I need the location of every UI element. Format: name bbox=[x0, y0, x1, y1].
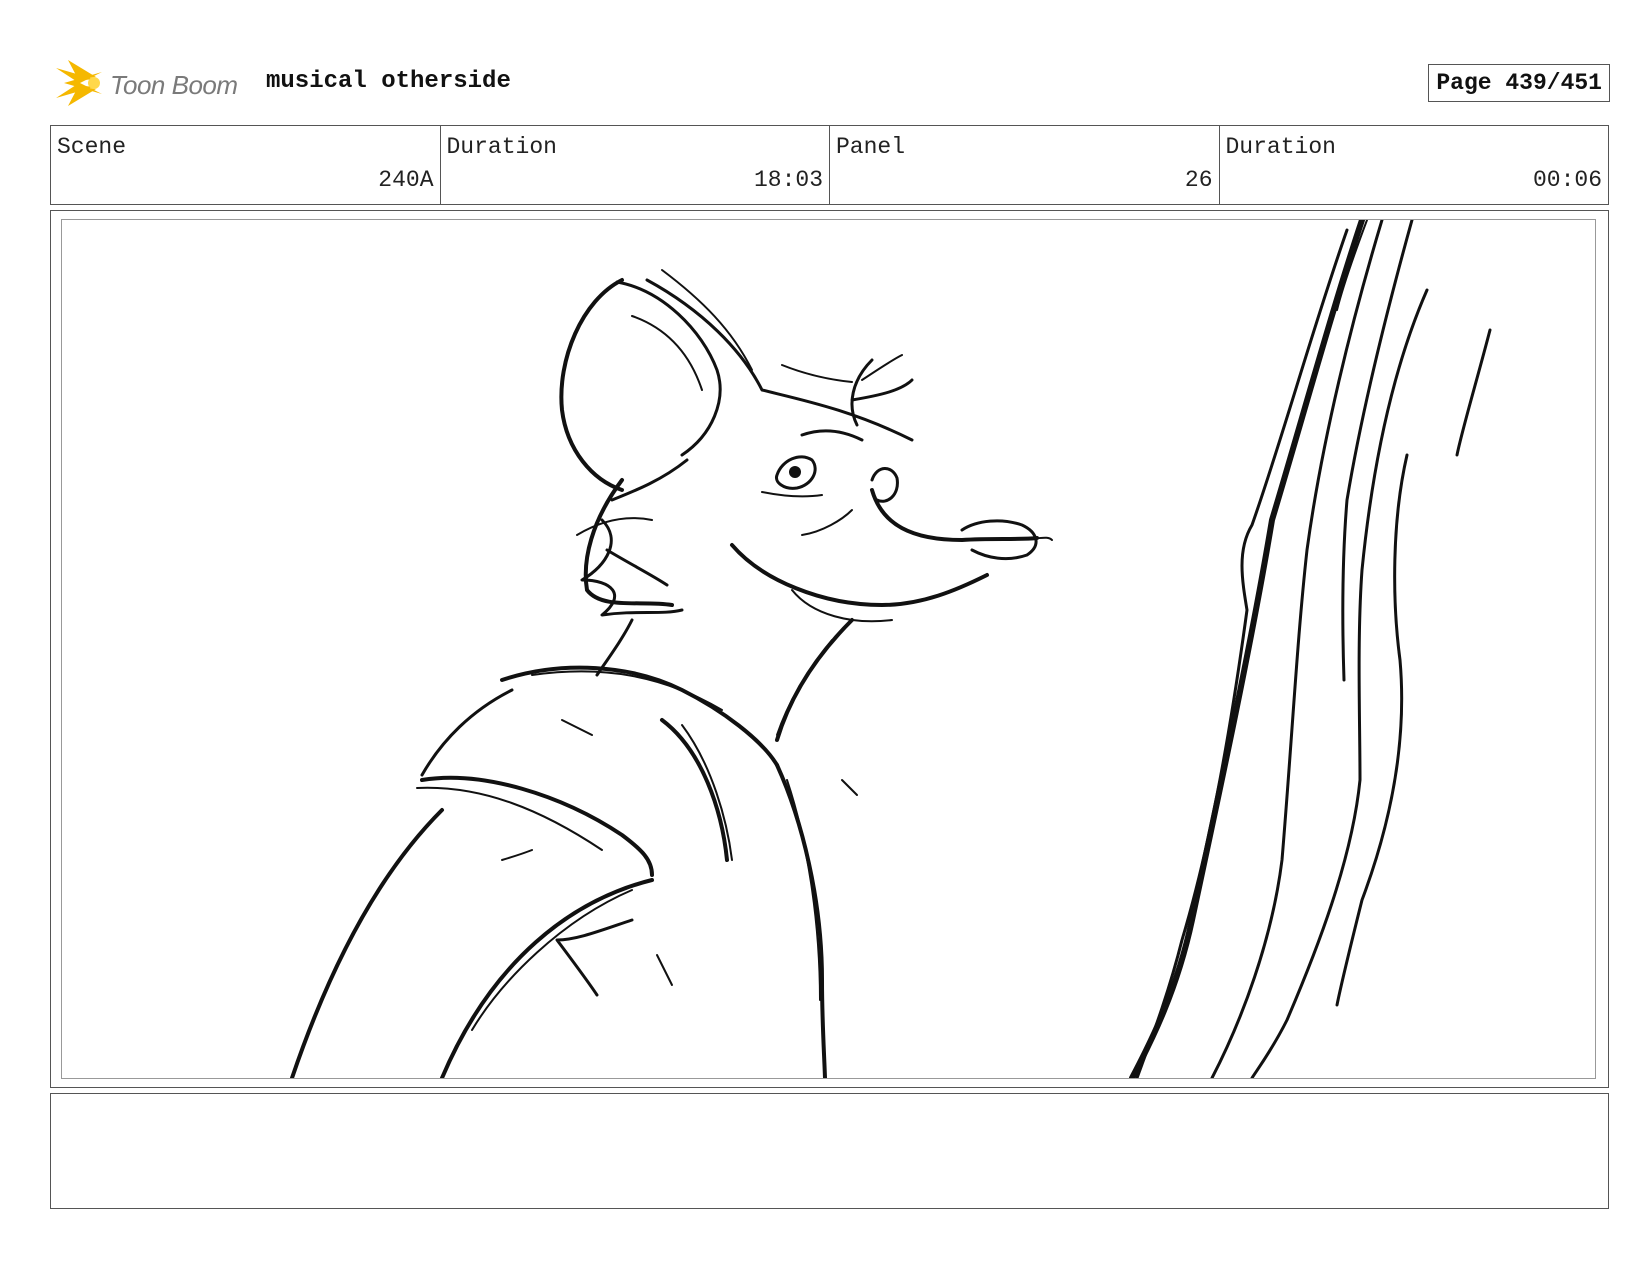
panel-drawing-area bbox=[61, 219, 1596, 1079]
starburst-icon bbox=[56, 60, 102, 106]
toon-boom-logo: Toon Boom bbox=[54, 58, 264, 108]
scene-duration-label: Duration bbox=[446, 134, 557, 160]
scene-label: Scene bbox=[57, 134, 127, 160]
scene-duration-cell: Duration 18:03 bbox=[439, 126, 830, 204]
logo-text: Toon Boom bbox=[110, 70, 238, 100]
page-number: Page 439/451 bbox=[1428, 64, 1610, 102]
panel-duration-cell: Duration 00:06 bbox=[1218, 126, 1609, 204]
scene-value: 240A bbox=[378, 167, 434, 193]
panel-cell: Panel 26 bbox=[829, 126, 1219, 204]
project-title: musical otherside bbox=[266, 68, 511, 95]
panel-notes-box bbox=[50, 1093, 1609, 1209]
panel-label: Panel bbox=[836, 134, 906, 160]
panel-info-row: Scene 240A Duration 18:03 Panel 26 Durat… bbox=[50, 125, 1609, 205]
panel-duration-value: 00:06 bbox=[1532, 167, 1602, 193]
panel-value: 26 bbox=[1184, 167, 1213, 193]
scene-cell: Scene 240A bbox=[51, 126, 440, 204]
sketch-drawing bbox=[290, 220, 1492, 1078]
page-header: Toon Boom musical otherside Page 439/451 bbox=[50, 52, 1610, 112]
storyboard-panel bbox=[50, 210, 1609, 1088]
panel-duration-label: Duration bbox=[1225, 134, 1336, 160]
scene-duration-value: 18:03 bbox=[753, 167, 823, 193]
